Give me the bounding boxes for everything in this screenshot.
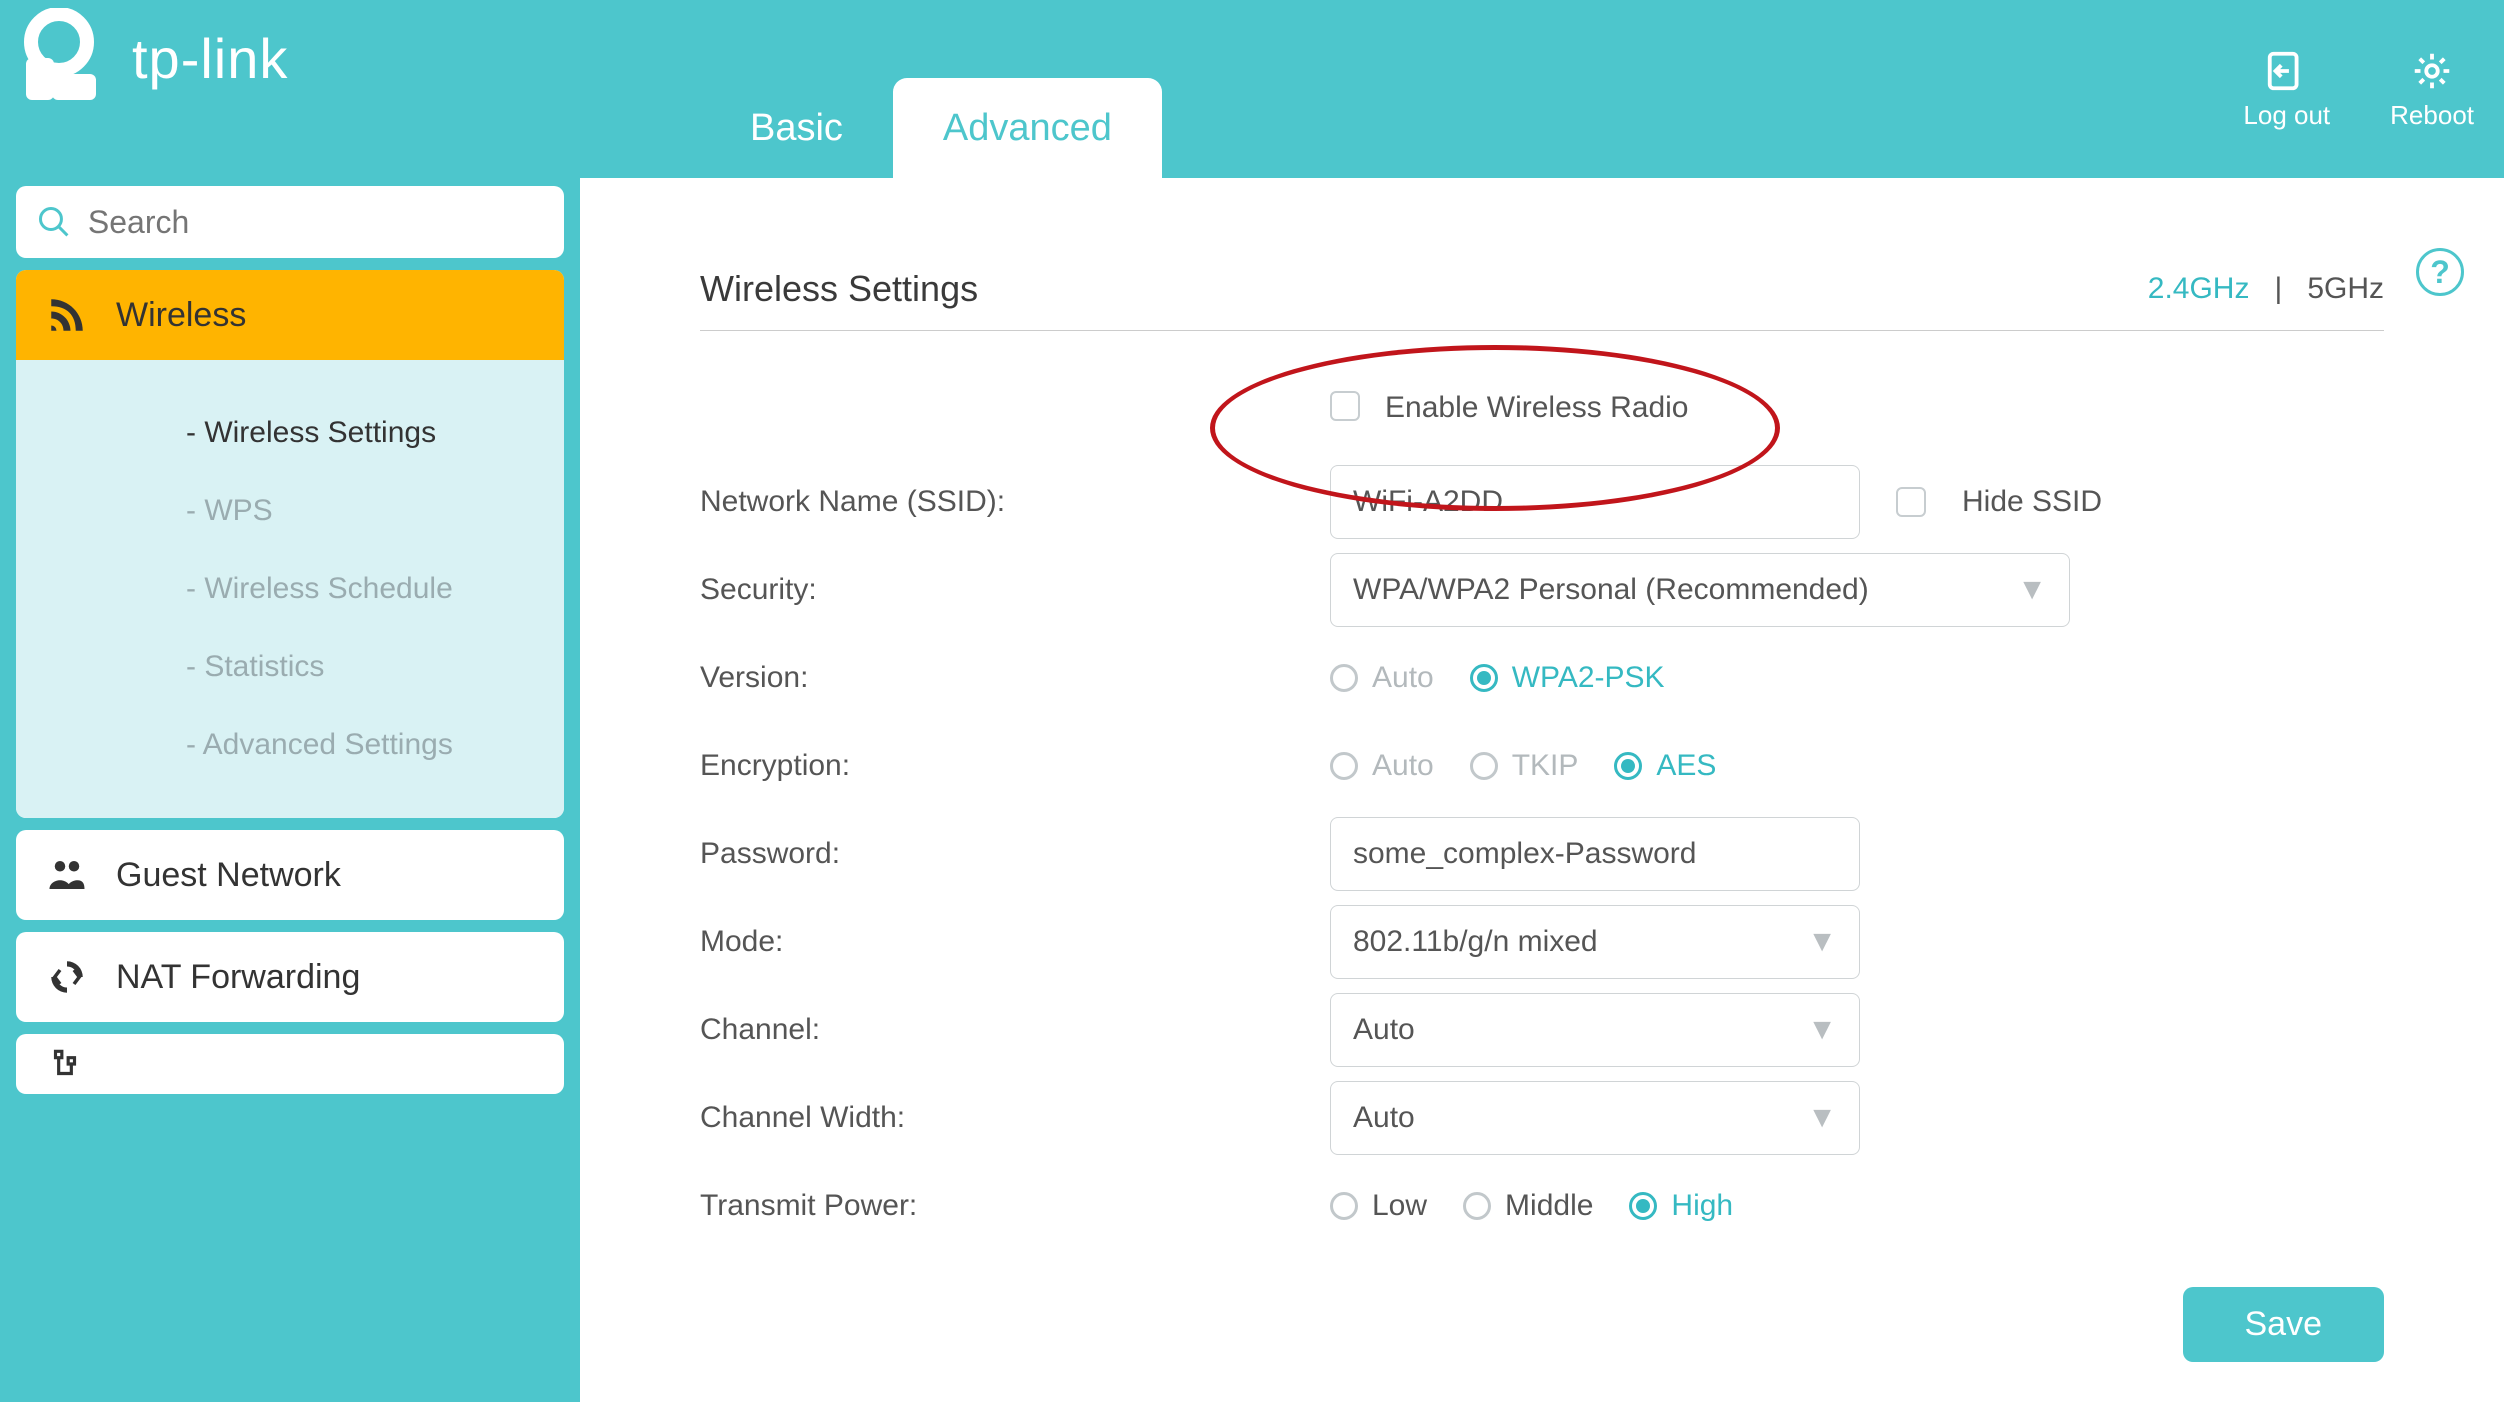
band-sep: |	[2275, 272, 2283, 305]
channel-select[interactable]: Auto ▼	[1330, 993, 1860, 1067]
reboot-label: Reboot	[2390, 100, 2474, 131]
power-high-radio[interactable]: High	[1629, 1189, 1733, 1223]
search-box[interactable]	[16, 186, 564, 258]
channel-label: Channel:	[700, 1013, 1330, 1047]
mode-label: Mode:	[700, 925, 1330, 959]
usb-icon	[46, 1045, 84, 1083]
wifi-icon	[46, 294, 88, 336]
enable-wireless-radio-checkbox[interactable]	[1330, 391, 1360, 421]
tplink-logo-icon	[14, 8, 114, 108]
sidebar-item-nat-forwarding[interactable]: NAT Forwarding	[16, 932, 564, 1022]
tab-advanced[interactable]: Advanced	[893, 78, 1162, 178]
security-label: Security:	[700, 573, 1330, 607]
security-value: WPA/WPA2 Personal (Recommended)	[1353, 573, 1869, 607]
version-auto-radio[interactable]: Auto	[1330, 661, 1434, 695]
version-wpa2psk-radio[interactable]: WPA2-PSK	[1470, 661, 1665, 695]
sidebar-child-wireless-settings[interactable]: - Wireless Settings	[16, 394, 564, 472]
power-middle-radio[interactable]: Middle	[1463, 1189, 1593, 1223]
channel-width-label: Channel Width:	[700, 1101, 1330, 1135]
channel-width-value: Auto	[1353, 1101, 1415, 1135]
help-button[interactable]: ?	[2416, 248, 2464, 296]
sidebar-child-statistics[interactable]: - Statistics	[16, 628, 564, 706]
search-input[interactable]	[88, 204, 544, 241]
chevron-down-icon: ▼	[1807, 925, 1837, 959]
reboot-button[interactable]: Reboot	[2390, 48, 2474, 131]
encryption-aes-radio[interactable]: AES	[1614, 749, 1716, 783]
reboot-icon	[2409, 48, 2455, 94]
sidebar-item-wireless[interactable]: Wireless	[16, 270, 564, 360]
security-select[interactable]: WPA/WPA2 Personal (Recommended) ▼	[1330, 553, 2070, 627]
power-low-radio[interactable]: Low	[1330, 1189, 1427, 1223]
encryption-tkip-radio[interactable]: TKIP	[1470, 749, 1579, 783]
sidebar-item-guest-network[interactable]: Guest Network	[16, 830, 564, 920]
band-5ghz[interactable]: 5GHz	[2307, 272, 2384, 305]
sidebar-item-partial[interactable]	[16, 1034, 564, 1094]
brand-name: tp-link	[132, 26, 288, 91]
sidebar-child-wps[interactable]: - WPS	[16, 472, 564, 550]
nat-forwarding-icon	[46, 956, 88, 998]
mode-select[interactable]: 802.11b/g/n mixed ▼	[1330, 905, 1860, 979]
sidebar-item-nat-label: NAT Forwarding	[116, 958, 360, 997]
search-icon	[36, 202, 72, 242]
tab-basic[interactable]: Basic	[700, 78, 893, 178]
ssid-input[interactable]	[1330, 465, 1860, 539]
version-label: Version:	[700, 661, 1330, 695]
brand-logo: tp-link	[14, 8, 288, 108]
password-label: Password:	[700, 837, 1330, 871]
sidebar-item-guest-label: Guest Network	[116, 856, 341, 895]
hide-ssid-label: Hide SSID	[1962, 485, 2102, 519]
sidebar-item-wireless-label: Wireless	[116, 296, 246, 335]
save-button[interactable]: Save	[2183, 1287, 2385, 1362]
transmit-power-label: Transmit Power:	[700, 1189, 1330, 1223]
password-input[interactable]	[1330, 817, 1860, 891]
logout-label: Log out	[2243, 100, 2330, 131]
enable-wireless-radio-label: Enable Wireless Radio	[1385, 391, 1688, 425]
ssid-label: Network Name (SSID):	[700, 485, 1330, 519]
band-24ghz[interactable]: 2.4GHz	[2148, 272, 2250, 305]
band-toggle: 2.4GHz | 5GHz	[2148, 272, 2384, 306]
chevron-down-icon: ▼	[2017, 573, 2047, 607]
guest-network-icon	[46, 854, 88, 896]
chevron-down-icon: ▼	[1807, 1013, 1837, 1047]
mode-value: 802.11b/g/n mixed	[1353, 925, 1598, 959]
hide-ssid-checkbox[interactable]	[1896, 487, 1926, 517]
sidebar-child-advanced-settings[interactable]: - Advanced Settings	[16, 706, 564, 784]
channel-value: Auto	[1353, 1013, 1415, 1047]
logout-icon	[2264, 48, 2310, 94]
encryption-auto-radio[interactable]: Auto	[1330, 749, 1434, 783]
encryption-label: Encryption:	[700, 749, 1330, 783]
panel-title: Wireless Settings	[700, 268, 978, 310]
channel-width-select[interactable]: Auto ▼	[1330, 1081, 1860, 1155]
sidebar-child-wireless-schedule[interactable]: - Wireless Schedule	[16, 550, 564, 628]
chevron-down-icon: ▼	[1807, 1101, 1837, 1135]
logout-button[interactable]: Log out	[2243, 48, 2330, 131]
